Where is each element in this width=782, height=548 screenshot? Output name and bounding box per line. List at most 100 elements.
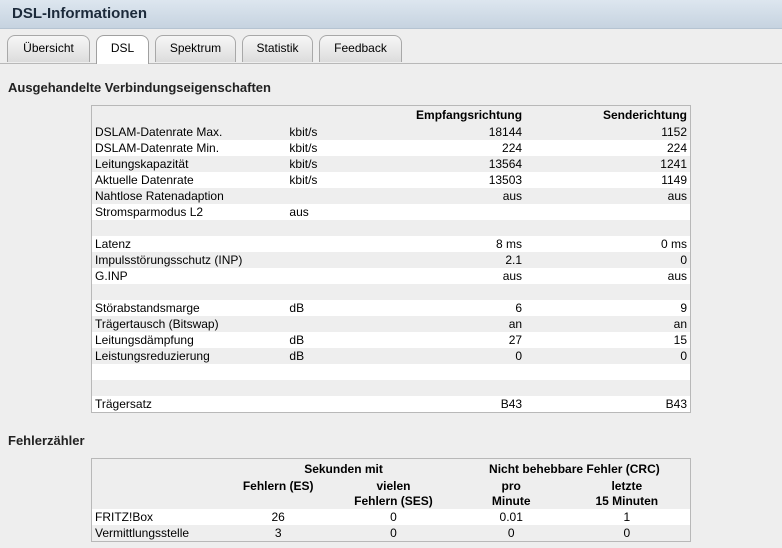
table-row — [91, 220, 691, 236]
header-cell — [91, 479, 229, 509]
table-row: Leitungsdämpfung dB 27 15 — [92, 332, 691, 348]
cell-empfang: 13503 — [488, 173, 523, 187]
cell-label: Aktuelle Datenrate — [95, 173, 194, 187]
cell-empfang — [391, 220, 526, 236]
cell-sende: 0 ms — [660, 237, 687, 251]
cell-label: Trägersatz — [95, 397, 152, 411]
properties-table: Empfangsrichtung Senderichtung DSLAM-Dat… — [91, 105, 691, 413]
cell-sende — [525, 204, 690, 220]
cell-unit: aus — [289, 205, 309, 219]
header-pro-minute: pro Minute — [458, 479, 564, 509]
table-row: Störabstandsmarge dB 6 9 — [92, 300, 691, 316]
cell-unit — [286, 188, 392, 204]
tab-statistik[interactable]: Statistik — [242, 35, 313, 62]
cell-empfang: 0 — [391, 348, 526, 364]
table-row: DSLAM-Datenrate Min. kbit/s 224 224 — [92, 140, 691, 156]
table-subheader-row: Fehlern (ES) vielen Fehlern (SES) pro Minu… — [91, 479, 691, 509]
table-row: Leistungsreduzierung dB 0 0 — [91, 348, 691, 364]
table-row: Aktuelle Datenrate kbit/s 13503 1149 — [92, 172, 691, 188]
cell-unit: kbit/s — [286, 124, 392, 140]
cell-unit: dB — [286, 348, 392, 364]
cell-unit — [286, 284, 392, 300]
cell-empfang: B43 — [500, 397, 523, 411]
cell-label: Störabstandsmarge — [95, 301, 200, 315]
cell-label: DSLAM-Datenrate Min. — [95, 141, 220, 155]
cell-sende: 1241 — [525, 156, 691, 172]
cell-empfang: 8 ms — [496, 237, 523, 251]
cell-unit: kbit/s — [289, 173, 318, 187]
cell-empfang: 2.1 — [391, 252, 526, 268]
cell-label: Trägertausch (Bitswap) — [91, 316, 287, 332]
table-row: Latenz 8 ms 0 ms — [92, 236, 691, 252]
cell-sende: 1152 — [525, 124, 691, 140]
table-row: DSLAM-Datenrate Max. kbit/s 18144 1152 — [91, 124, 691, 140]
header-cell — [91, 105, 287, 124]
cell-crc-minute: 0 — [458, 525, 564, 542]
cell-empfang: 224 — [502, 141, 523, 155]
table-row: Vermittlungsstelle 3 0 0 0 — [91, 525, 691, 542]
cell-unit — [286, 268, 391, 284]
row-label: Vermittlungsstelle — [91, 525, 229, 542]
table-header-row: Sekunden mit Nicht behebbare Fehler (CRC… — [91, 458, 691, 479]
cell-empfang: aus — [502, 269, 523, 283]
cell-empfang: 27 — [508, 333, 523, 347]
table-row: Trägersatz B43 B43 — [92, 396, 691, 413]
table-header-row: Empfangsrichtung Senderichtung — [91, 105, 691, 124]
cell-empfang: 13564 — [391, 156, 526, 172]
header-cell — [91, 458, 229, 479]
table-row — [92, 364, 691, 380]
cell-unit: dB — [289, 333, 305, 347]
tab-spektrum[interactable]: Spektrum — [155, 35, 236, 62]
cell-unit — [286, 396, 391, 413]
cell-empfang: 18144 — [391, 124, 526, 140]
cell-sende: 1149 — [661, 173, 687, 187]
cell-sende: 9 — [680, 301, 687, 315]
header-pro-minute-line1: pro — [501, 479, 521, 493]
header-letzte-15: letzte 15 Minuten — [563, 479, 691, 509]
cell-es: 3 — [228, 525, 329, 542]
cell-unit — [286, 364, 391, 380]
page-title: DSL-Informationen — [12, 5, 147, 22]
tab-feedback[interactable]: Feedback — [319, 35, 402, 62]
tab-dsl[interactable]: DSL — [96, 35, 149, 64]
cell-ses: 0 — [328, 525, 459, 542]
table-row: Stromsparmodus L2 aus — [92, 204, 691, 220]
header-ses-line2: Fehlern (SES) — [354, 494, 433, 508]
cell-sende — [525, 380, 691, 396]
cell-empfang — [391, 380, 526, 396]
table-row — [91, 284, 691, 300]
cell-sende: B43 — [665, 397, 687, 411]
row-label: FRITZ!Box — [91, 509, 229, 525]
cell-es: 26 — [228, 509, 329, 525]
table-row: Nahtlose Ratenadaption aus aus — [91, 188, 691, 204]
cell-empfang: aus — [391, 188, 526, 204]
cell-sende — [525, 364, 690, 380]
title-bar: DSL-Informationen — [0, 0, 782, 29]
header-cell — [286, 105, 392, 124]
error-counter-table: Sekunden mit Nicht behebbare Fehler (CRC… — [91, 458, 691, 542]
tab-uebersicht[interactable]: Übersicht — [7, 35, 90, 62]
cell-unit — [286, 220, 392, 236]
cell-label: Stromsparmodus L2 — [95, 205, 204, 219]
cell-empfang — [391, 284, 526, 300]
cell-unit — [286, 252, 392, 268]
cell-label: Leitungskapazität — [91, 156, 287, 172]
header-es-label: Fehlern (ES) — [242, 479, 314, 493]
cell-ses: 0 — [328, 509, 459, 525]
table-row: FRITZ!Box 26 0 0.01 1 — [91, 509, 691, 525]
header-letzte-15-line2: 15 Minuten — [595, 494, 659, 508]
cell-label — [91, 284, 287, 300]
cell-unit — [286, 380, 392, 396]
table-row: G.INP aus aus — [92, 268, 691, 284]
cell-label: DSLAM-Datenrate Max. — [91, 124, 287, 140]
cell-unit: dB — [289, 301, 305, 315]
cell-sende: 224 — [666, 141, 687, 155]
cell-empfang — [391, 364, 525, 380]
cell-label — [91, 380, 287, 396]
cell-crc-minute: 0.01 — [458, 509, 564, 525]
header-letzte-15-line1: letzte — [611, 479, 643, 493]
cell-sende: 0 — [525, 252, 691, 268]
header-ses: vielen Fehlern (SES) — [328, 479, 459, 509]
header-pro-minute-line2: Minute — [491, 494, 531, 508]
cell-label: Impulsstörungsschutz (INP) — [91, 252, 287, 268]
